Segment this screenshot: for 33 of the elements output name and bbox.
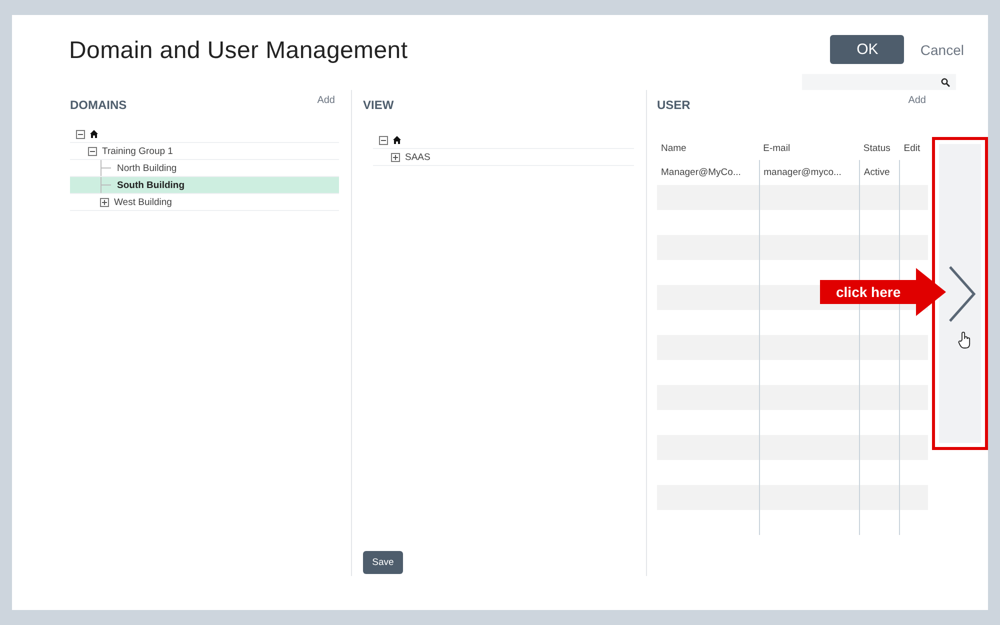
expand-icon[interactable] — [100, 198, 109, 206]
tree-item[interactable]: SAAS — [405, 152, 430, 162]
add-link[interactable]: Add — [317, 95, 335, 106]
tree-item[interactable]: South Building — [117, 180, 185, 190]
dialog-title: Domain and User Management — [69, 37, 408, 66]
save-button[interactable]: Save — [363, 551, 403, 574]
collapse-icon[interactable] — [76, 130, 85, 138]
section-heading: DOMAINS — [70, 98, 127, 112]
column-header[interactable]: Status — [859, 136, 900, 160]
ok-button[interactable]: OK — [830, 35, 904, 64]
home-icon[interactable] — [90, 130, 98, 138]
tree-item[interactable]: Training Group 1 — [102, 146, 173, 156]
collapse-icon[interactable] — [379, 136, 388, 144]
tree-item[interactable]: West Building — [114, 196, 172, 208]
chevron-right-icon[interactable] — [947, 264, 977, 324]
collapse-icon[interactable] — [88, 146, 97, 156]
expand-icon[interactable] — [391, 152, 400, 162]
search-field[interactable] — [802, 74, 956, 90]
column-header[interactable]: Edit — [900, 136, 928, 160]
column-header[interactable]: E-mail — [759, 136, 860, 160]
tree-connector-icon — [100, 177, 112, 193]
search-icon — [941, 78, 950, 86]
add-link[interactable]: Add — [908, 95, 926, 106]
callout-text: click here — [836, 284, 901, 300]
home-icon[interactable] — [393, 136, 401, 144]
table-cell: Manager@MyCo... — [657, 160, 760, 185]
section-heading: USER — [657, 98, 690, 112]
tree-item[interactable]: North Building — [117, 162, 177, 174]
column-header[interactable]: Name — [657, 136, 760, 160]
hand-cursor-icon — [958, 331, 972, 349]
tree-connector-icon — [100, 160, 112, 176]
section-heading: VIEW — [363, 98, 394, 112]
cancel-link[interactable]: Cancel — [920, 42, 964, 58]
